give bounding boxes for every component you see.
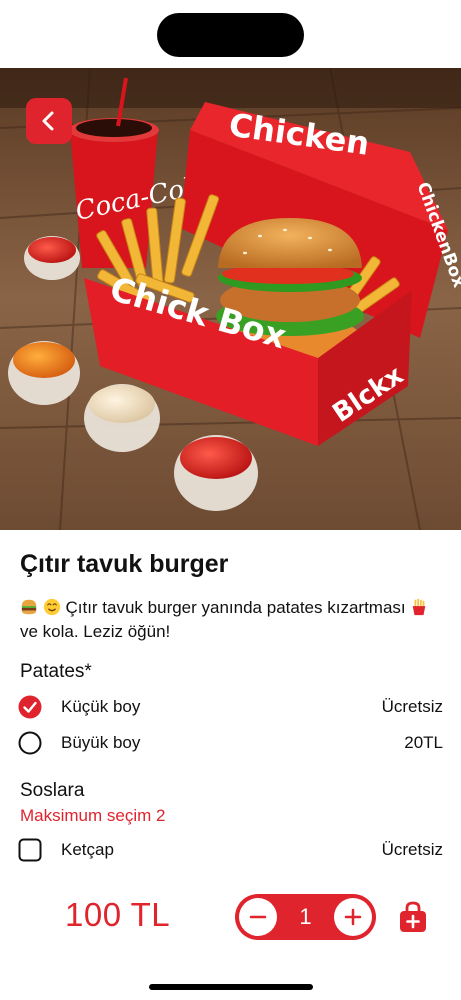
option-label: Ketçap [61,840,114,859]
plus-icon [344,908,362,926]
dynamic-island [157,13,304,57]
back-button[interactable] [26,98,72,144]
option-kucuk-boy[interactable]: Küçük boy Ücretsiz [18,692,443,722]
fries-emoji-icon [413,598,426,616]
option-ketcap[interactable]: Ketçap Ücretsiz [18,835,443,865]
smile-emoji-icon [43,598,60,616]
back-arrow-icon [42,111,54,131]
option-price: Ücretsiz [381,697,443,716]
quantity-value: 1 [299,904,312,929]
radio-checked-icon[interactable] [18,695,42,719]
shopping-bag-icon [400,901,426,932]
option-price: 20TL [404,733,443,752]
soslar-max-selection: Maksimum seçim 2 [20,806,166,825]
add-to-cart-button[interactable] [397,900,429,934]
patates-section-title: Patates* [20,661,92,682]
increase-button[interactable] [334,898,372,936]
home-indicator [149,984,313,990]
radio-empty-icon[interactable] [18,731,42,755]
soslar-section-title: Soslara [20,780,85,801]
option-label: Büyük boy [61,733,141,752]
checkbox-empty-icon[interactable] [18,838,42,862]
total-price: 100 TL [65,896,171,933]
burger-emoji-icon [21,599,37,615]
option-buyuk-boy[interactable]: Büyük boy 20TL [18,728,443,758]
description-text-part2: ve kola. Leziz öğün! [20,622,171,641]
option-label: Küçük boy [61,697,141,716]
option-price: Ücretsiz [381,840,443,859]
status-bar [0,0,461,68]
product-title: Çıtır tavuk burger [20,550,229,578]
minus-icon [249,915,267,919]
quantity-stepper: 1 [235,894,376,940]
product-description: Çıtır tavuk burger yanında patates kızar… [20,596,440,644]
description-text-part1: Çıtır tavuk burger yanında patates kızar… [65,598,406,617]
decrease-button[interactable] [239,898,277,936]
